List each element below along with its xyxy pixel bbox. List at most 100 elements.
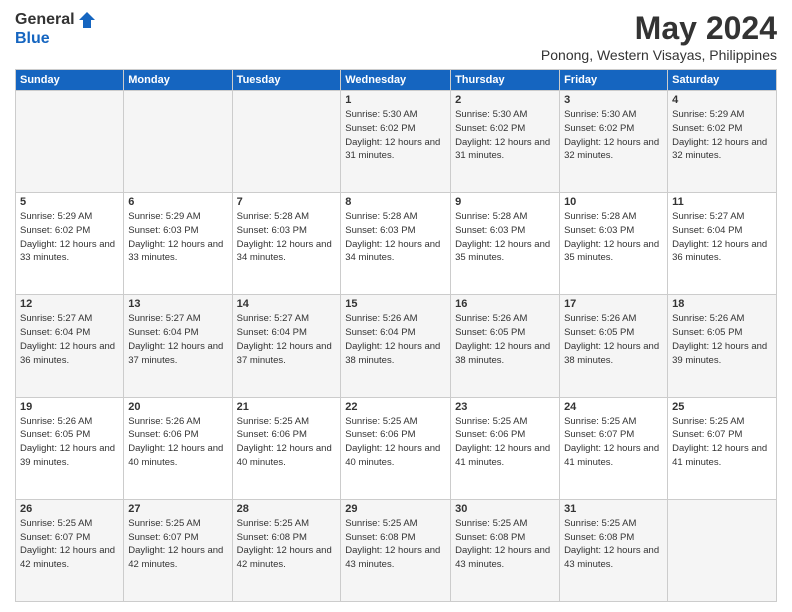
- table-row: 9Sunrise: 5:28 AM Sunset: 6:03 PM Daylig…: [451, 193, 560, 295]
- day-number: 4: [672, 94, 772, 106]
- table-row: [232, 91, 341, 193]
- day-number: 6: [128, 196, 227, 208]
- header-row: Sunday Monday Tuesday Wednesday Thursday…: [16, 70, 777, 91]
- table-row: 25 Sunrise: 5:25 AM Sunset: 6:07 PM Dayli…: [668, 397, 777, 499]
- table-row: 14 Sunrise: 5:27 AM Sunset: 6:04 PM Dayli…: [232, 295, 341, 397]
- day-info: Sunrise: 5:25 AM Sunset: 6:08 PM Dayligh…: [564, 517, 663, 572]
- subtitle: Ponong, Western Visayas, Philippines: [541, 47, 777, 63]
- day-info: Sunrise: 5:25 AM Sunset: 6:06 PM Dayligh…: [345, 415, 446, 470]
- col-wednesday: Wednesday: [341, 70, 451, 91]
- day-info: Sunrise: 5:25 AM Sunset: 6:06 PM Dayligh…: [237, 415, 337, 470]
- title-block: May 2024 Ponong, Western Visayas, Philip…: [541, 10, 777, 63]
- day-number: 2: [455, 94, 555, 106]
- table-row: 27 Sunrise: 5:25 AM Sunset: 6:07 PM Dayli…: [124, 499, 232, 601]
- day-info: Sunrise: 5:25 AM Sunset: 6:08 PM Dayligh…: [455, 517, 555, 572]
- day-info: Sunrise: 5:28 AM Sunset: 6:03 PM Dayligh…: [237, 210, 337, 265]
- day-number: 30: [455, 503, 555, 515]
- table-row: 13Sunrise: 5:27 AM Sunset: 6:04 PM Dayli…: [124, 295, 232, 397]
- table-row: 12Sunrise: 5:27 AM Sunset: 6:04 PM Dayli…: [16, 295, 124, 397]
- day-info: Sunrise: 5:25 AM Sunset: 6:07 PM Dayligh…: [20, 517, 119, 572]
- day-info: Sunrise: 5:30 AM Sunset: 6:02 PM Dayligh…: [564, 108, 663, 163]
- table-row: 19Sunrise: 5:26 AM Sunset: 6:05 PM Dayli…: [16, 397, 124, 499]
- day-number: 25: [672, 401, 772, 413]
- table-row: 24Sunrise: 5:25 AM Sunset: 6:07 PM Dayli…: [560, 397, 668, 499]
- day-info: Sunrise: 5:25 AM Sunset: 6:07 PM Dayligh…: [672, 415, 772, 470]
- logo-blue: Blue: [15, 30, 50, 47]
- page: General Blue May 2024 Ponong, Western Vi…: [0, 0, 792, 612]
- col-saturday: Saturday: [668, 70, 777, 91]
- table-row: 3 Sunrise: 5:30 AM Sunset: 6:02 PM Daylig…: [560, 91, 668, 193]
- col-friday: Friday: [560, 70, 668, 91]
- table-row: 2 Sunrise: 5:30 AM Sunset: 6:02 PM Daylig…: [451, 91, 560, 193]
- day-info: Sunrise: 5:27 AM Sunset: 6:04 PM Dayligh…: [237, 312, 337, 367]
- day-info: Sunrise: 5:26 AM Sunset: 6:05 PM Dayligh…: [455, 312, 555, 367]
- col-thursday: Thursday: [451, 70, 560, 91]
- table-row: 18Sunrise: 5:26 AM Sunset: 6:05 PM Dayli…: [668, 295, 777, 397]
- table-row: 8 Sunrise: 5:28 AM Sunset: 6:03 PM Daylig…: [341, 193, 451, 295]
- header: General Blue May 2024 Ponong, Western Vi…: [15, 10, 777, 63]
- table-row: 26 Sunrise: 5:25 AM Sunset: 6:07 PM Dayli…: [16, 499, 124, 601]
- day-number: 21: [237, 401, 337, 413]
- calendar-week-4: 26 Sunrise: 5:25 AM Sunset: 6:07 PM Dayli…: [16, 499, 777, 601]
- table-row: 17Sunrise: 5:26 AM Sunset: 6:05 PM Dayli…: [560, 295, 668, 397]
- day-info: Sunrise: 5:30 AM Sunset: 6:02 PM Dayligh…: [345, 108, 446, 163]
- day-number: 27: [128, 503, 227, 515]
- table-row: 7 Sunrise: 5:28 AM Sunset: 6:03 PM Daylig…: [232, 193, 341, 295]
- day-number: 10: [564, 196, 663, 208]
- table-row: 1 Sunrise: 5:30 AM Sunset: 6:02 PM Daylig…: [341, 91, 451, 193]
- day-info: Sunrise: 5:29 AM Sunset: 6:02 PM Dayligh…: [672, 108, 772, 163]
- day-number: 22: [345, 401, 446, 413]
- day-number: 9: [455, 196, 555, 208]
- day-number: 1: [345, 94, 446, 106]
- day-info: Sunrise: 5:26 AM Sunset: 6:04 PM Dayligh…: [345, 312, 446, 367]
- day-info: Sunrise: 5:26 AM Sunset: 6:05 PM Dayligh…: [672, 312, 772, 367]
- col-tuesday: Tuesday: [232, 70, 341, 91]
- day-number: 7: [237, 196, 337, 208]
- calendar-week-1: 5 Sunrise: 5:29 AM Sunset: 6:02 PM Daylig…: [16, 193, 777, 295]
- day-number: 3: [564, 94, 663, 106]
- day-number: 14: [237, 298, 337, 310]
- day-number: 8: [345, 196, 446, 208]
- day-number: 12: [20, 298, 119, 310]
- calendar-week-3: 19Sunrise: 5:26 AM Sunset: 6:05 PM Dayli…: [16, 397, 777, 499]
- day-number: 28: [237, 503, 337, 515]
- day-info: Sunrise: 5:30 AM Sunset: 6:02 PM Dayligh…: [455, 108, 555, 163]
- col-monday: Monday: [124, 70, 232, 91]
- table-row: 11 Sunrise: 5:27 AM Sunset: 6:04 PM Dayli…: [668, 193, 777, 295]
- logo-icon: [77, 10, 97, 30]
- table-row: 16 Sunrise: 5:26 AM Sunset: 6:05 PM Dayli…: [451, 295, 560, 397]
- table-row: [668, 499, 777, 601]
- table-row: 31 Sunrise: 5:25 AM Sunset: 6:08 PM Dayli…: [560, 499, 668, 601]
- day-number: 11: [672, 196, 772, 208]
- day-info: Sunrise: 5:29 AM Sunset: 6:03 PM Dayligh…: [128, 210, 227, 265]
- day-number: 5: [20, 196, 119, 208]
- logo: General Blue: [15, 10, 97, 48]
- logo-general: General: [15, 11, 75, 29]
- day-number: 31: [564, 503, 663, 515]
- day-info: Sunrise: 5:27 AM Sunset: 6:04 PM Dayligh…: [672, 210, 772, 265]
- day-info: Sunrise: 5:25 AM Sunset: 6:07 PM Dayligh…: [128, 517, 227, 572]
- table-row: 20Sunrise: 5:26 AM Sunset: 6:06 PM Dayli…: [124, 397, 232, 499]
- logo-text-block: General Blue: [15, 10, 97, 48]
- day-number: 26: [20, 503, 119, 515]
- table-row: 21 Sunrise: 5:25 AM Sunset: 6:06 PM Dayli…: [232, 397, 341, 499]
- day-info: Sunrise: 5:28 AM Sunset: 6:03 PM Dayligh…: [345, 210, 446, 265]
- day-number: 16: [455, 298, 555, 310]
- day-info: Sunrise: 5:25 AM Sunset: 6:08 PM Dayligh…: [237, 517, 337, 572]
- calendar-table: Sunday Monday Tuesday Wednesday Thursday…: [15, 69, 777, 602]
- table-row: 10Sunrise: 5:28 AM Sunset: 6:03 PM Dayli…: [560, 193, 668, 295]
- table-row: 15Sunrise: 5:26 AM Sunset: 6:04 PM Dayli…: [341, 295, 451, 397]
- table-row: [124, 91, 232, 193]
- table-row: [16, 91, 124, 193]
- day-number: 19: [20, 401, 119, 413]
- table-row: 29Sunrise: 5:25 AM Sunset: 6:08 PM Dayli…: [341, 499, 451, 601]
- day-number: 23: [455, 401, 555, 413]
- col-sunday: Sunday: [16, 70, 124, 91]
- day-info: Sunrise: 5:29 AM Sunset: 6:02 PM Dayligh…: [20, 210, 119, 265]
- day-info: Sunrise: 5:26 AM Sunset: 6:06 PM Dayligh…: [128, 415, 227, 470]
- table-row: 28 Sunrise: 5:25 AM Sunset: 6:08 PM Dayli…: [232, 499, 341, 601]
- day-info: Sunrise: 5:25 AM Sunset: 6:07 PM Dayligh…: [564, 415, 663, 470]
- day-number: 17: [564, 298, 663, 310]
- table-row: 23Sunrise: 5:25 AM Sunset: 6:06 PM Dayli…: [451, 397, 560, 499]
- calendar-week-2: 12 Sunrise: 5:27 AM Sunset: 6:04 PM Dayli…: [16, 295, 777, 397]
